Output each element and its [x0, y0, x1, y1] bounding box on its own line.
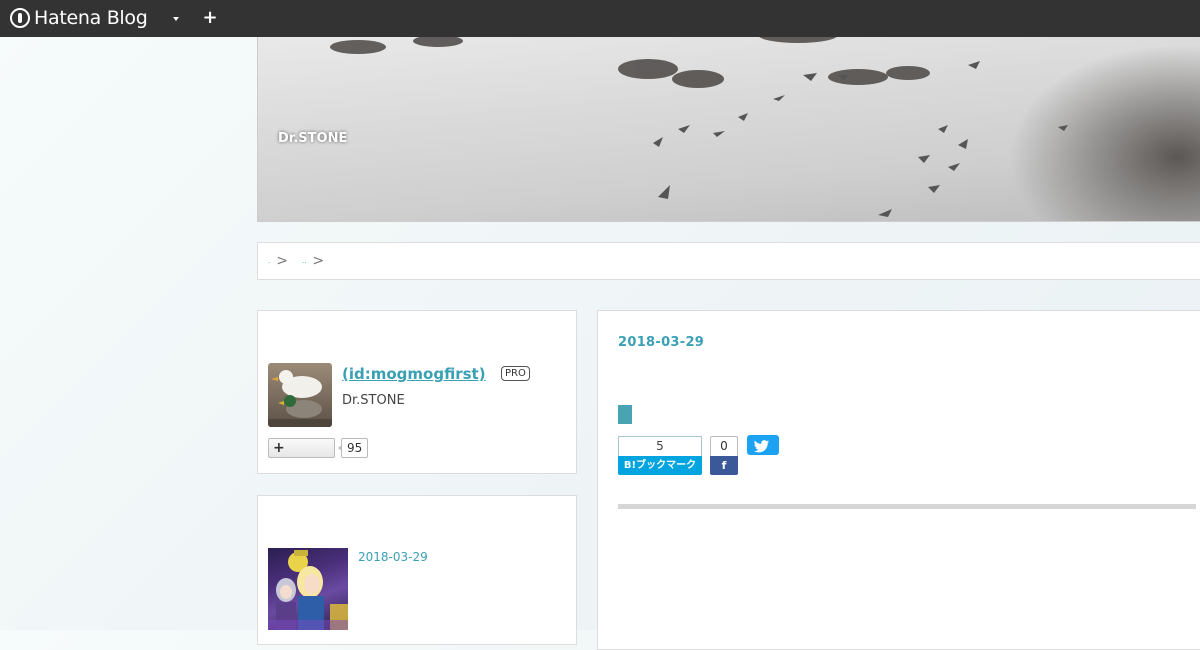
duck-avatar-image [268, 370, 332, 427]
hatena-blog-logo[interactable]: Hatena Blog [10, 6, 148, 30]
logo-text: Hatena Blog [34, 7, 148, 29]
follower-count[interactable]: 95 [337, 438, 369, 458]
entry-date: 2018-03-29 [358, 550, 428, 564]
hatena-logo-icon [10, 8, 30, 28]
recent-entries-module: 2018-03-29 [257, 495, 577, 645]
breadcrumb: . > .. > [257, 242, 1200, 280]
twitter-icon [754, 440, 769, 453]
global-header: Hatena Blog + [0, 0, 1200, 37]
facebook-share-count: 0 [710, 436, 738, 456]
breadcrumb-link-2[interactable]: .. [302, 257, 306, 265]
profile-module: (id:mogmogfirst) PRO Dr.STONE + 95 [257, 310, 577, 474]
entry-date[interactable]: 2018-03-29 [618, 335, 704, 350]
breadcrumb-link-1[interactable]: . [268, 257, 270, 265]
profile-name-link[interactable]: (id:mogmogfirst) [342, 365, 486, 383]
bookmark-label: B!ブックマーク [618, 456, 702, 475]
facebook-icon: f [710, 456, 738, 475]
hatena-bookmark-button[interactable]: 5 B!ブックマーク [618, 436, 702, 475]
blog-header-image: Dr.STONE [257, 37, 1200, 222]
twitter-share-button[interactable] [747, 435, 779, 455]
entry-thumbnail[interactable] [268, 548, 348, 630]
pro-badge: PRO [501, 366, 530, 381]
plus-icon: + [273, 440, 285, 456]
entry-article: 2018-03-29 5 B!ブックマーク 0 f [597, 310, 1200, 650]
divider [618, 504, 1196, 509]
blog-title-link[interactable]: Dr.STONE [278, 131, 347, 146]
breadcrumb-separator: > [276, 253, 288, 269]
profile-blog-name: Dr.STONE [342, 393, 405, 408]
anime-thumbnail-image [268, 550, 348, 630]
avatar[interactable] [268, 363, 332, 427]
chevron-down-icon[interactable] [168, 8, 186, 28]
entry-title-link[interactable] [618, 405, 632, 424]
facebook-share-button[interactable]: 0 f [710, 436, 738, 475]
plus-icon[interactable]: + [200, 6, 220, 30]
snow-footprints-photo [330, 37, 1068, 217]
bookmark-count: 5 [618, 436, 702, 456]
follow-button[interactable]: + [268, 438, 335, 458]
breadcrumb-separator: > [312, 253, 325, 269]
